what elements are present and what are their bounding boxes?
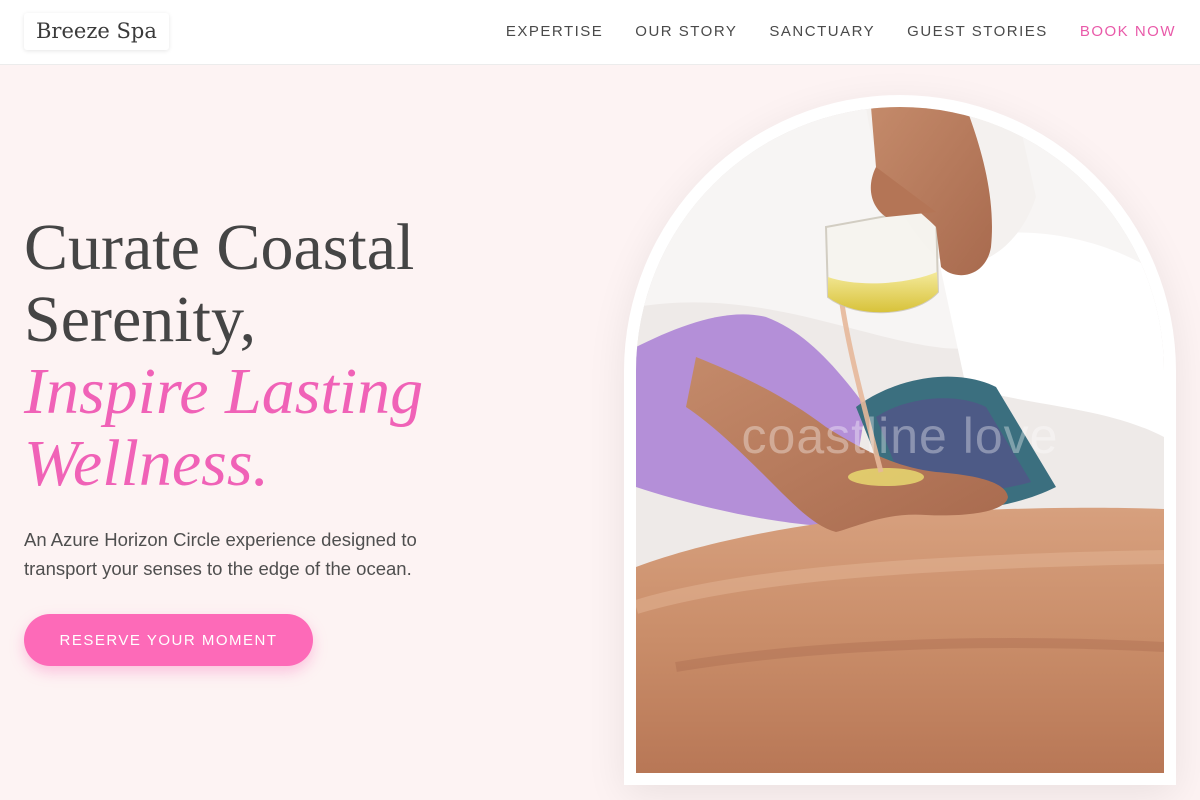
hero-subtitle: An Azure Horizon Circle experience desig…	[24, 525, 494, 583]
hero-title-accent-line-2: Wellness.	[24, 427, 270, 500]
hero-subtitle-line-2: transport your senses to the edge of the…	[24, 558, 412, 579]
site-header: Breeze Spa EXPERTISE OUR STORY SANCTUARY…	[0, 0, 1200, 65]
hero-image-frame: coastline love	[624, 95, 1176, 785]
logo[interactable]: Breeze Spa	[24, 13, 169, 50]
massage-oil-photo: coastline love	[636, 107, 1164, 773]
hero-title-line-2: Serenity,	[24, 283, 257, 356]
main-nav: EXPERTISE OUR STORY SANCTUARY GUEST STOR…	[506, 0, 1176, 63]
hero-title: Curate Coastal Serenity, Inspire Lasting…	[24, 212, 544, 500]
nav-link-expertise[interactable]: EXPERTISE	[506, 23, 603, 40]
nav-link-our-story[interactable]: OUR STORY	[635, 23, 737, 40]
hero-subtitle-line-1: An Azure Horizon Circle experience desig…	[24, 529, 417, 550]
nav-link-book-now[interactable]: BOOK NOW	[1080, 23, 1176, 40]
nav-link-guest-stories[interactable]: GUEST STORIES	[907, 23, 1048, 40]
hero-title-line-1: Curate Coastal	[24, 211, 415, 284]
nav-link-sanctuary[interactable]: SANCTUARY	[769, 23, 875, 40]
hero-title-accent-line-1: Inspire Lasting	[24, 355, 424, 428]
reserve-your-moment-button[interactable]: RESERVE YOUR MOMENT	[24, 614, 313, 666]
image-watermark: coastline love	[741, 408, 1059, 464]
